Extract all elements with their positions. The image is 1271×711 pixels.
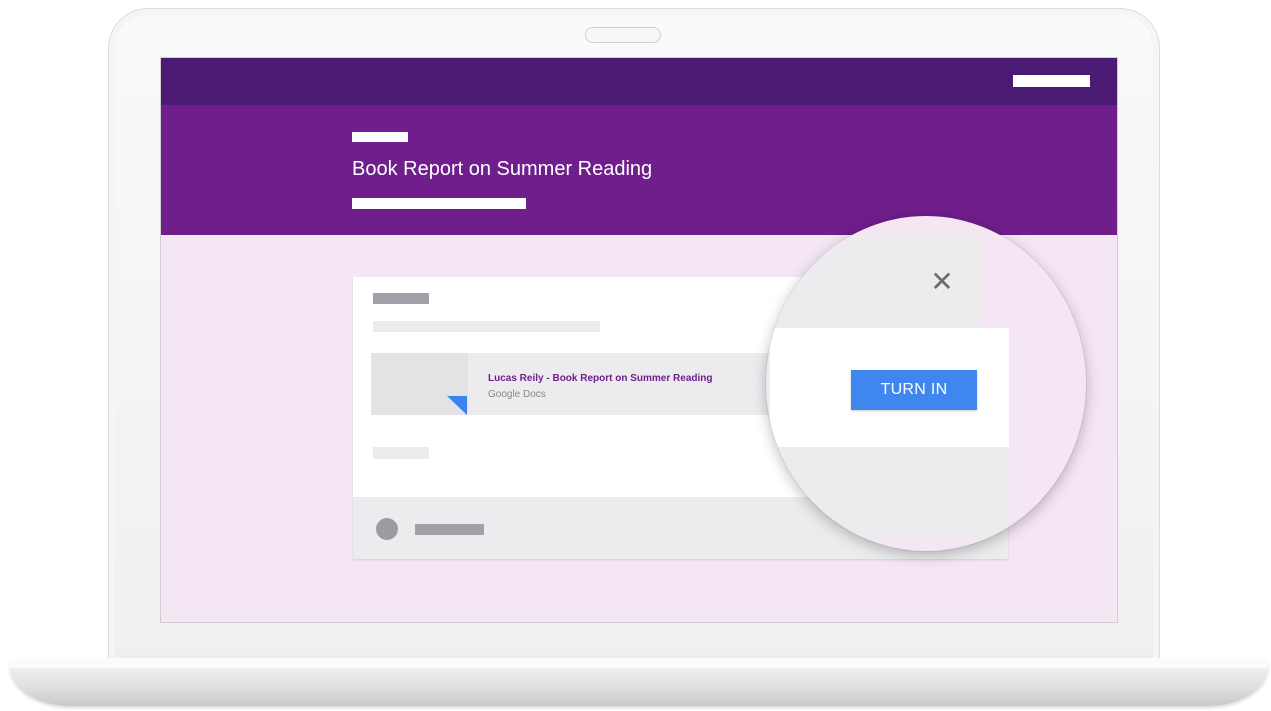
- dialog-footer: [770, 447, 1009, 540]
- laptop-base-hinge: [10, 658, 1268, 668]
- laptop-camera: [585, 27, 661, 43]
- card-heading-placeholder: [373, 293, 429, 304]
- card-text-placeholder: [373, 321, 600, 332]
- footer-name-placeholder: [415, 524, 484, 535]
- avatar: [376, 518, 398, 540]
- assignment-title: Book Report on Summer Reading: [352, 158, 653, 180]
- laptop-base: [10, 658, 1268, 706]
- card-text-placeholder-2: [373, 447, 429, 459]
- attachment-title[interactable]: Lucas Reily - Book Report on Summer Read…: [488, 373, 712, 384]
- magnifier-content: ✕ TURN IN: [766, 216, 1086, 551]
- topbar-placeholder: [1013, 75, 1090, 87]
- google-docs-thumbnail-icon: [371, 353, 468, 415]
- header-placeholder-short: [352, 132, 408, 142]
- turn-in-button[interactable]: TURN IN: [851, 370, 977, 410]
- close-icon[interactable]: ✕: [929, 268, 955, 296]
- attachment-subtitle: Google Docs: [488, 389, 546, 400]
- app-top-bar: [161, 58, 1117, 105]
- doc-corner-icon: [447, 396, 467, 415]
- zoom-magnifier: ✕ TURN IN: [766, 216, 1086, 551]
- header-placeholder-long: [352, 198, 526, 209]
